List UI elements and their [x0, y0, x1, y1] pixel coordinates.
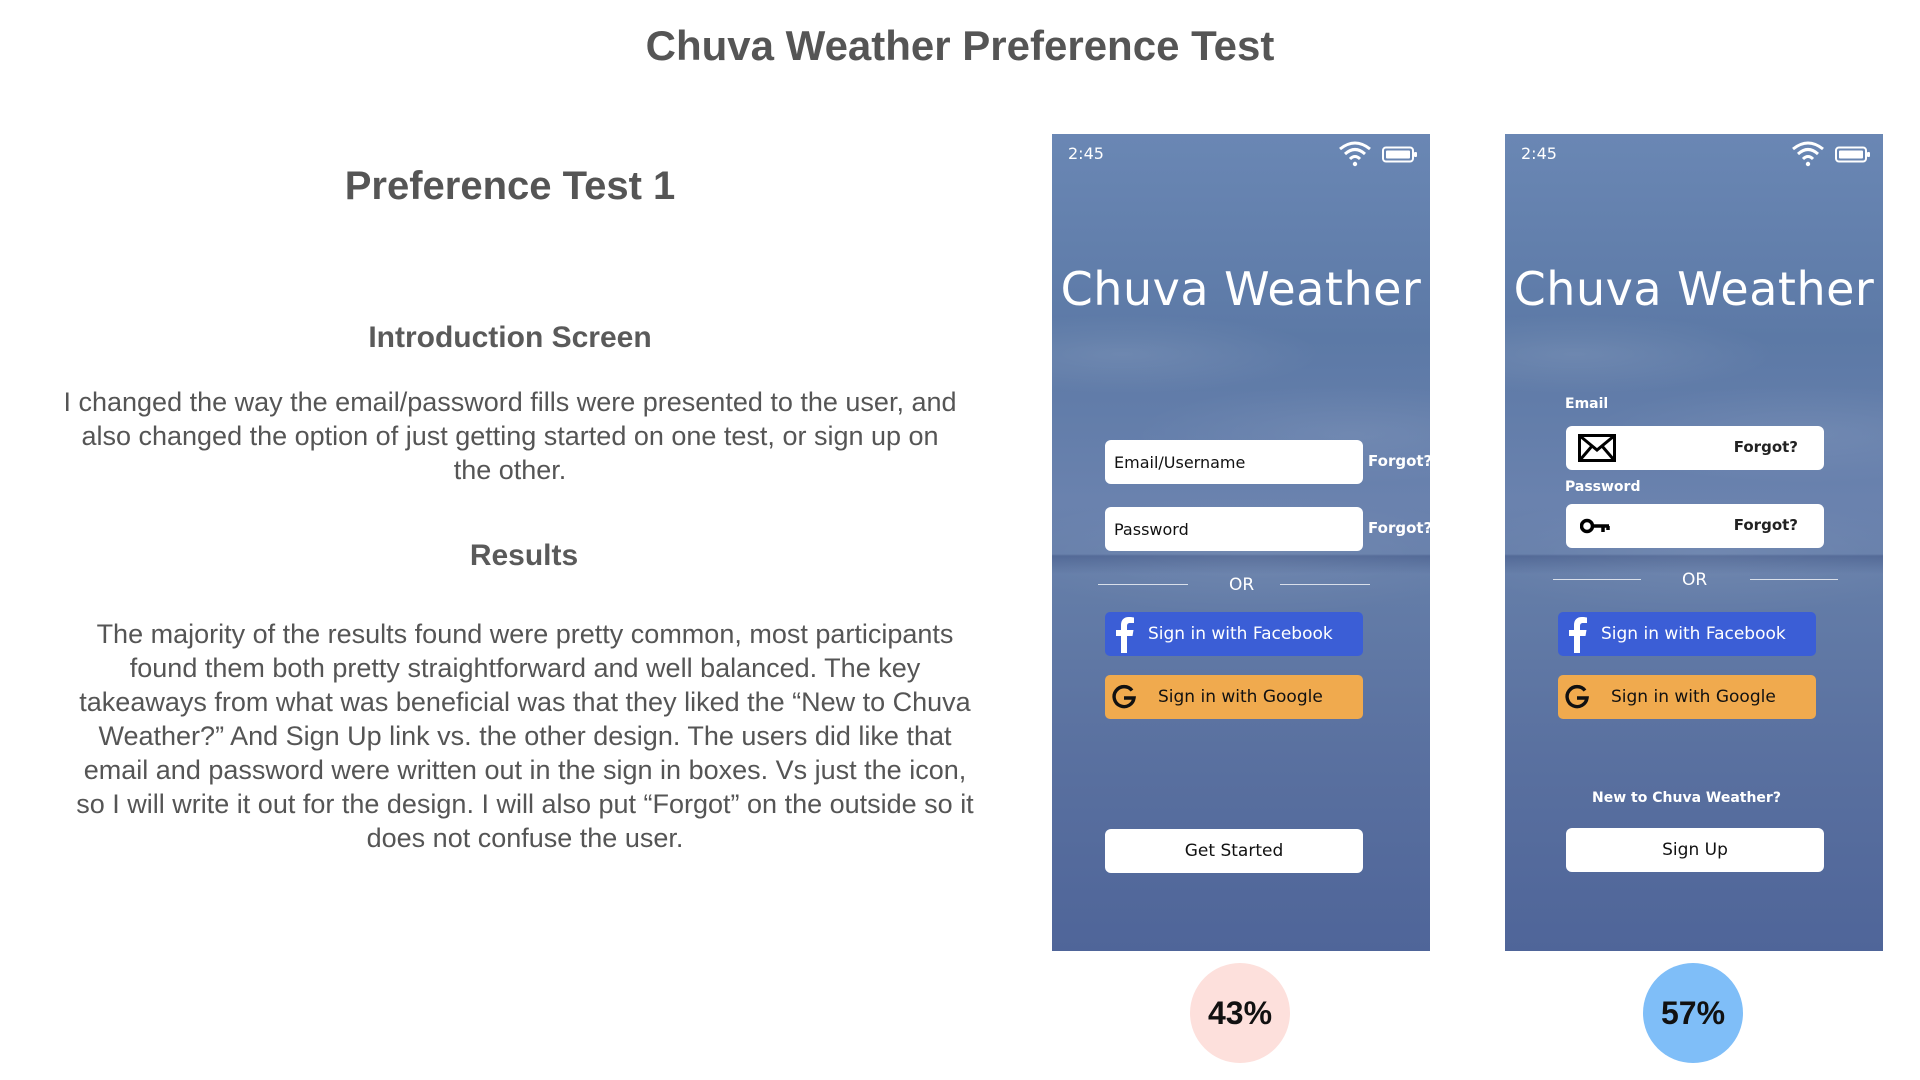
key-icon	[1580, 518, 1610, 534]
forgot-email-link[interactable]: Forgot?	[1368, 452, 1430, 470]
email-label: Email	[1565, 396, 1609, 412]
google-signin-button[interactable]: Sign in with Google	[1105, 675, 1363, 719]
battery-icon	[1835, 146, 1871, 169]
app-title: Chuva Weather	[1513, 262, 1875, 316]
facebook-icon	[1561, 612, 1593, 656]
results-paragraph: The majority of the results found were p…	[76, 619, 974, 853]
status-time: 2:45	[1068, 144, 1104, 163]
results-heading: Results	[469, 539, 579, 572]
password-label: Password	[1565, 479, 1641, 495]
result-badge-a: 43%	[1190, 963, 1290, 1063]
get-started-button[interactable]: Get Started	[1105, 829, 1363, 873]
envelope-icon	[1578, 434, 1616, 462]
facebook-button-label: Sign in with Facebook	[1601, 624, 1786, 644]
email-field[interactable]: Forgot?	[1566, 426, 1824, 470]
google-icon	[1108, 675, 1140, 719]
intro-heading: Introduction Screen	[368, 321, 652, 354]
test-title: Preference Test 1	[344, 164, 676, 208]
google-button-label: Sign in with Google	[1158, 687, 1323, 707]
or-separator: OR	[1229, 575, 1255, 595]
facebook-signin-button[interactable]: Sign in with Facebook	[1558, 612, 1816, 656]
divider-left	[1098, 584, 1188, 585]
wifi-icon	[1338, 139, 1372, 172]
wifi-icon	[1791, 139, 1825, 172]
intro-paragraph: I changed the way the email/password fil…	[63, 387, 957, 485]
divider-left	[1553, 579, 1641, 580]
facebook-icon	[1108, 612, 1140, 656]
google-signin-button[interactable]: Sign in with Google	[1558, 675, 1816, 719]
email-field-placeholder: Email/Username	[1114, 452, 1246, 472]
battery-icon	[1382, 146, 1418, 169]
forgot-email-link[interactable]: Forgot?	[1734, 438, 1798, 456]
app-title: Chuva Weather	[1060, 262, 1422, 316]
password-field-placeholder: Password	[1114, 519, 1189, 539]
new-user-prompt[interactable]: New to Chuva Weather?	[1505, 790, 1868, 806]
description-column: Preference Test 1 Introduction Screen I …	[60, 160, 973, 855]
status-time: 2:45	[1521, 144, 1557, 163]
or-separator: OR	[1682, 570, 1708, 590]
divider-right	[1280, 584, 1370, 585]
google-icon	[1561, 675, 1593, 719]
forgot-password-link[interactable]: Forgot?	[1734, 516, 1798, 534]
sign-up-button[interactable]: Sign Up	[1566, 828, 1824, 872]
phone-mockup-a: 2:45 Chuva Weather Email/Username Forgot…	[1052, 134, 1430, 951]
divider-right	[1750, 579, 1838, 580]
password-field[interactable]: Password	[1105, 507, 1363, 551]
facebook-signin-button[interactable]: Sign in with Facebook	[1105, 612, 1363, 656]
phone-mockup-b: 2:45 Chuva Weather Email Forgot? Passwor…	[1505, 134, 1883, 951]
email-username-field[interactable]: Email/Username	[1105, 440, 1363, 484]
forgot-password-link[interactable]: Forgot?	[1368, 519, 1430, 537]
facebook-button-label: Sign in with Facebook	[1148, 624, 1333, 644]
google-button-label: Sign in with Google	[1611, 687, 1776, 707]
password-field[interactable]: Forgot?	[1566, 504, 1824, 548]
result-badge-b: 57%	[1643, 963, 1743, 1063]
page-title: Chuva Weather Preference Test	[645, 22, 1275, 69]
